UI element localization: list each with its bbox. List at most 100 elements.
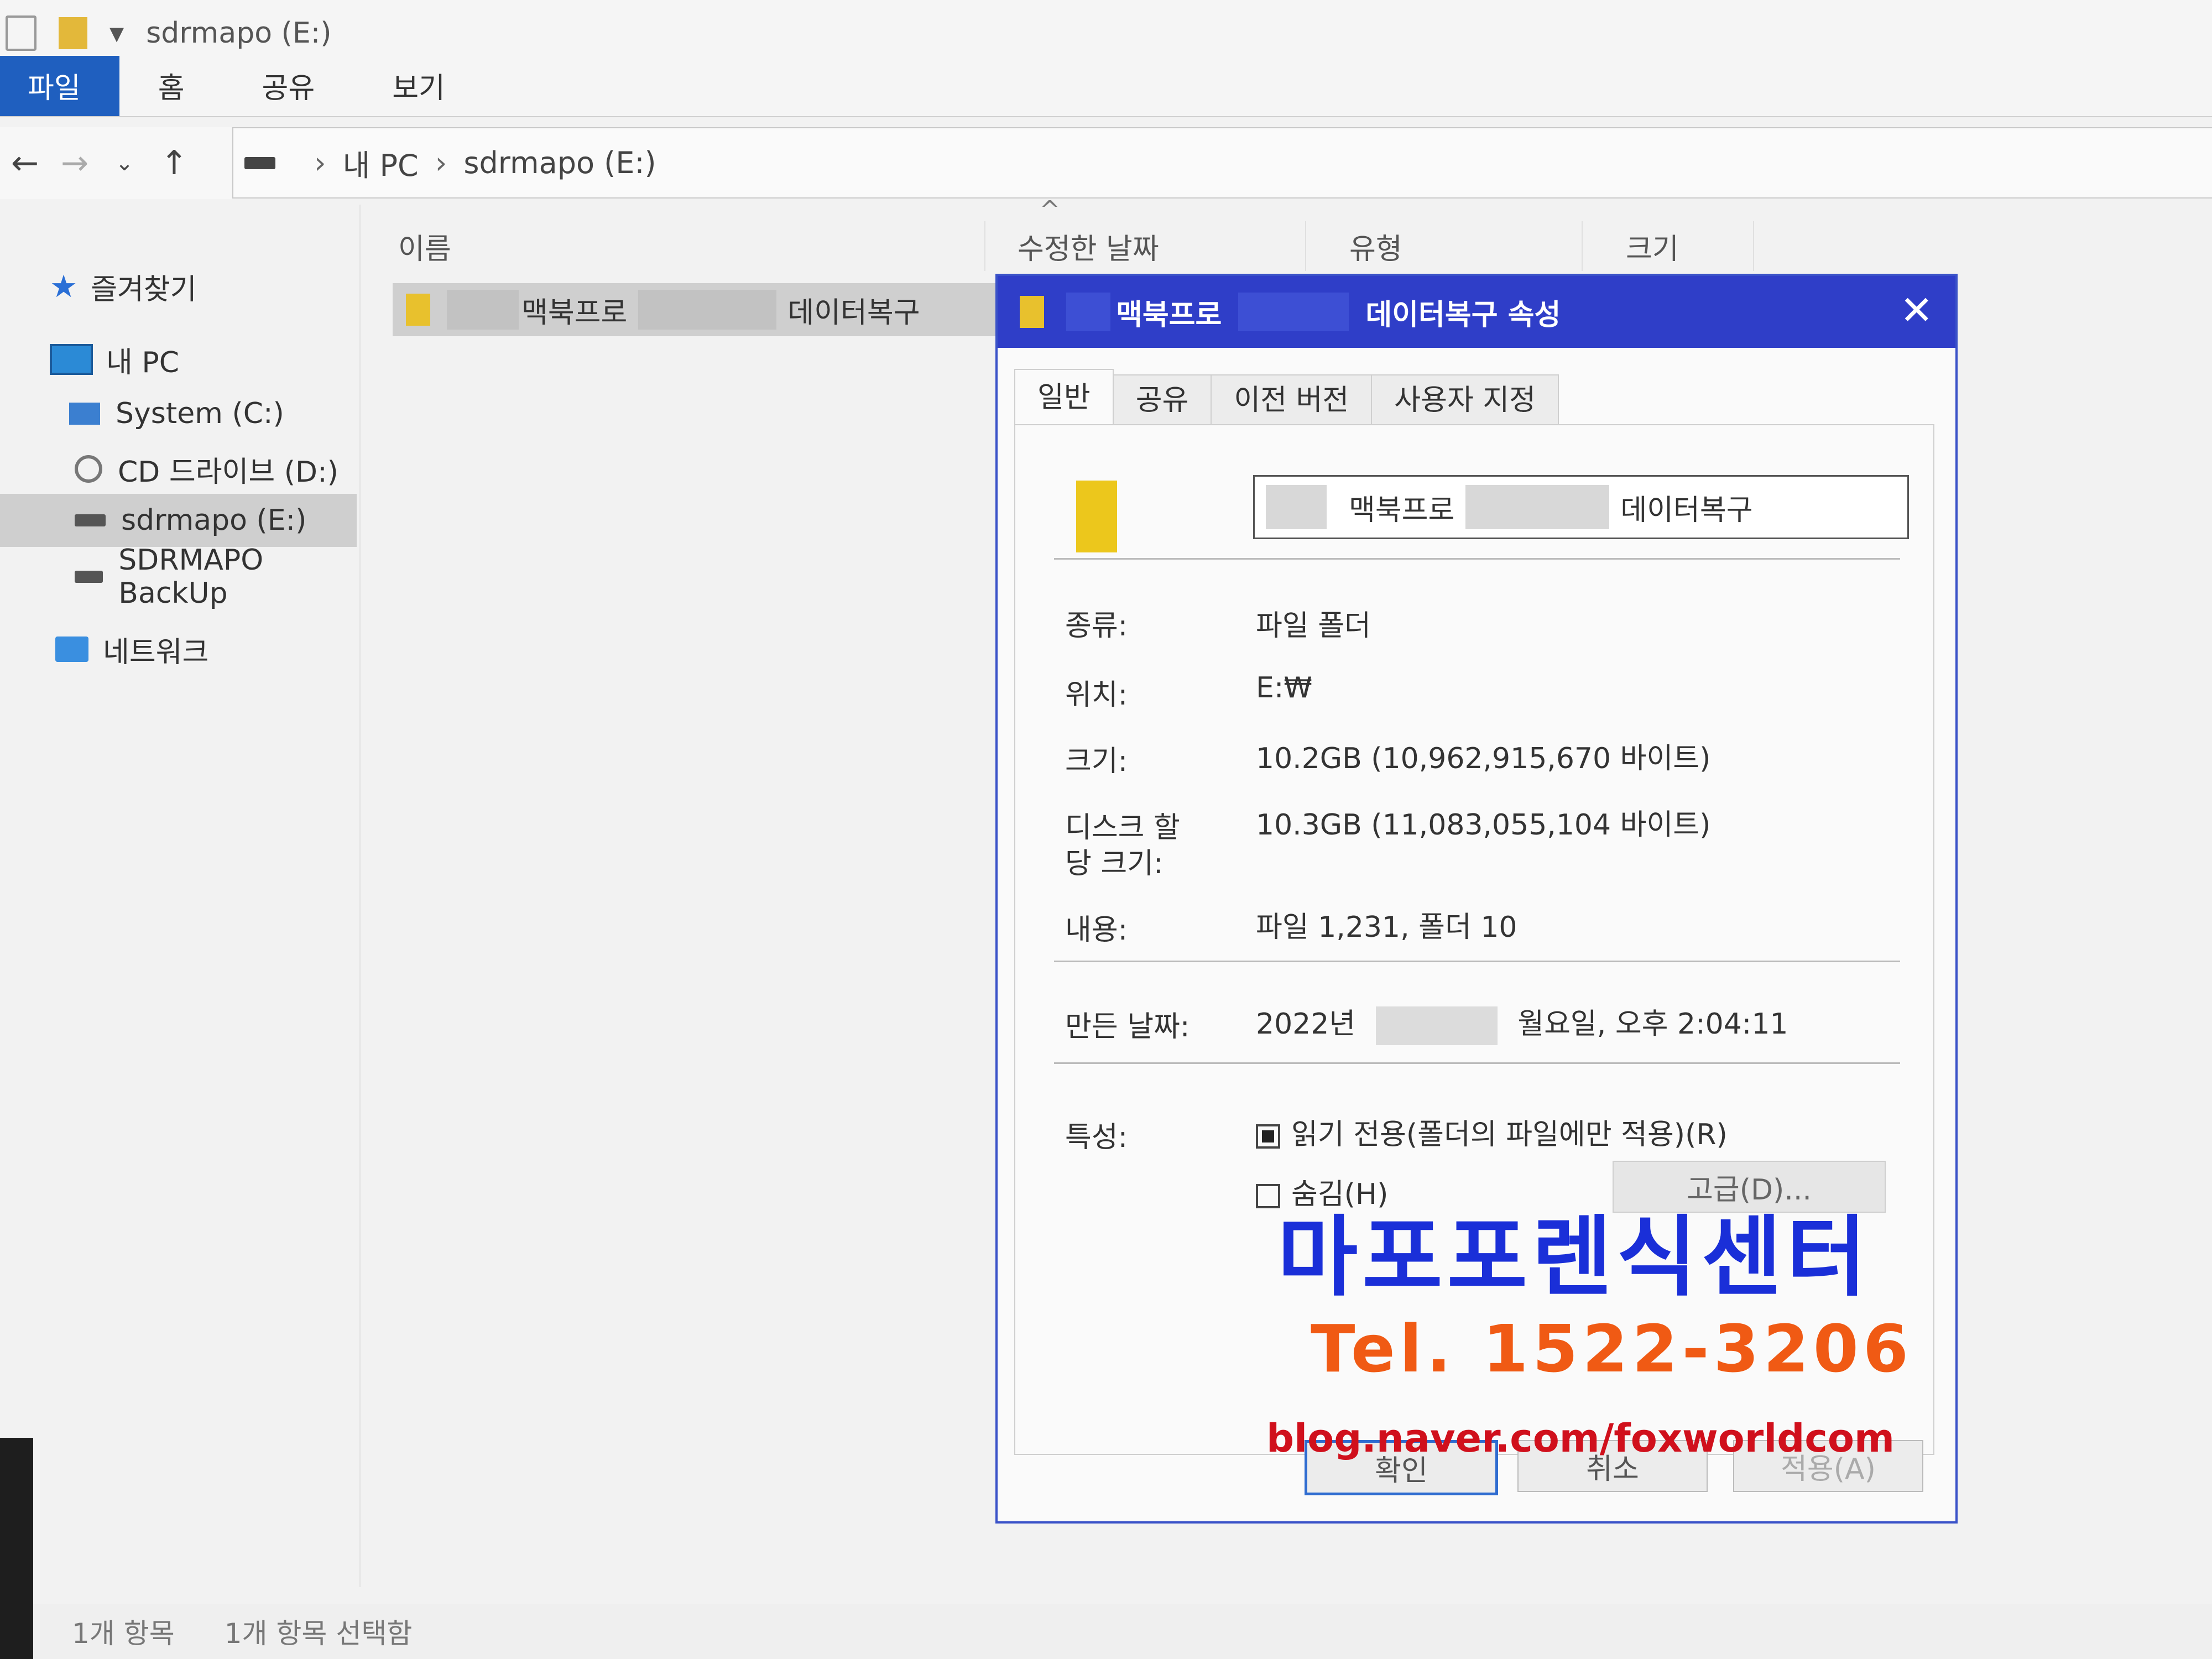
folder-icon xyxy=(1076,481,1117,552)
sidebar-item-label: sdrmapo (E:) xyxy=(121,504,307,537)
attributes-label: 특성: xyxy=(1065,1121,1128,1154)
checkbox-icon[interactable] xyxy=(1256,1184,1280,1208)
tab-sharing[interactable]: 공유 xyxy=(1112,374,1212,425)
recent-chevron-icon[interactable]: ⌄ xyxy=(100,150,149,176)
tab-previous-versions[interactable]: 이전 버전 xyxy=(1211,374,1373,425)
forward-arrow-icon[interactable]: → xyxy=(50,144,100,182)
sidebar-item-label: 즐겨찾기 xyxy=(91,273,197,306)
navigation-row: ← → ⌄ ↑ › 내 PC › sdrmapo (E:) xyxy=(0,127,2212,199)
sidebar-item-label: SDRMAPO BackUp xyxy=(118,544,264,610)
column-name[interactable]: 이름 xyxy=(365,221,985,271)
folder-name-field[interactable]: 맥북프로 데이터복구 xyxy=(1253,475,1909,539)
type-label: 종류: xyxy=(1065,609,1128,643)
properties-icon[interactable] xyxy=(6,15,36,51)
breadcrumb-separator-icon[interactable]: › xyxy=(435,145,447,180)
star-icon: ★ xyxy=(50,268,78,305)
dialog-tabs: 일반 공유 이전 버전 사용자 지정 xyxy=(1014,369,1559,425)
tab-customize[interactable]: 사용자 지정 xyxy=(1371,374,1559,425)
sidebar-item-sdrmapo[interactable]: sdrmapo (E:) xyxy=(0,494,357,547)
redacted-block xyxy=(638,290,777,330)
sidebar-item-this-pc[interactable]: 내 PC xyxy=(50,333,179,386)
tab-view[interactable]: 보기 xyxy=(353,65,484,116)
status-bar: 1개 항목 1개 항목 선택함 xyxy=(0,1604,2212,1659)
location-value: E:₩ xyxy=(1256,671,1312,705)
location-label: 위치: xyxy=(1065,679,1128,712)
checkbox-mixed-icon[interactable] xyxy=(1256,1124,1280,1149)
computer-icon xyxy=(50,344,93,375)
item-count: 1개 항목 xyxy=(72,1618,175,1650)
type-value: 파일 폴더 xyxy=(1256,609,1371,643)
dialog-title-bar: 맥북프로 데이터복구 속성 ✕ xyxy=(998,276,1955,348)
title-bar: ▾ sdrmapo (E:) xyxy=(0,0,2212,67)
sidebar-item-backup[interactable]: SDRMAPO BackUp xyxy=(75,544,359,610)
tab-share[interactable]: 공유 xyxy=(223,65,354,116)
redacted-block xyxy=(1465,485,1610,529)
column-type[interactable]: 유형 xyxy=(1316,221,1583,271)
size-label: 크기: xyxy=(1065,745,1128,778)
monitor-bezel xyxy=(0,1438,33,1659)
redacted-block xyxy=(1066,293,1110,331)
folder-icon xyxy=(1020,296,1044,328)
file-explorer-window: ▾ sdrmapo (E:) 파일 홈 공유 보기 ← → ⌄ ↑ › 내 PC… xyxy=(0,0,2212,1659)
readonly-checkbox[interactable]: 읽기 전용(폴더의 파일에만 적용)(R) xyxy=(1256,1111,1728,1152)
watermark-blog: blog.naver.com/foxworldcom xyxy=(1266,1416,1895,1461)
sidebar-item-network[interactable]: 네트워크 xyxy=(55,623,208,676)
ribbon-tabs: 파일 홈 공유 보기 xyxy=(0,56,2212,117)
breadcrumb-drive[interactable]: sdrmapo (E:) xyxy=(463,145,656,180)
folder-name-part1: 맥북프로 xyxy=(1349,493,1455,527)
sort-ascending-icon: ^ xyxy=(1040,196,1060,224)
navigation-pane: ★ 즐겨찾기 내 PC System (C:) CD 드라이브 (D:) sdr… xyxy=(0,205,361,1587)
redacted-block xyxy=(1266,485,1327,529)
breadcrumb-this-pc[interactable]: 내 PC xyxy=(343,141,419,185)
watermark-tel: Tel. 1522-3206 xyxy=(1311,1311,1913,1387)
dialog-title-part1: 맥북프로 xyxy=(1116,298,1222,332)
created-year: 2022년 xyxy=(1256,1008,1356,1041)
drive-icon xyxy=(75,571,103,583)
selected-count: 1개 항목 선택함 xyxy=(224,1618,413,1650)
column-size[interactable]: 크기 xyxy=(1593,221,1754,271)
redacted-block xyxy=(1375,1006,1498,1045)
file-name-part1: 맥북프로 xyxy=(521,296,628,330)
column-headers: ^ 이름 수정한 날짜 유형 크기 xyxy=(365,196,1754,276)
disk-size-label-line1: 디스크 할 xyxy=(1065,811,1180,844)
divider xyxy=(1054,961,1900,962)
quick-access-toolbar: ▾ xyxy=(6,15,124,51)
contents-value: 파일 1,231, 폴더 10 xyxy=(1256,911,1517,944)
up-arrow-icon[interactable]: ↑ xyxy=(149,144,199,182)
redacted-block xyxy=(447,290,519,330)
tab-home[interactable]: 홈 xyxy=(119,65,223,116)
contents-label: 내용: xyxy=(1065,914,1128,947)
folder-icon xyxy=(406,294,430,326)
divider xyxy=(1054,558,1900,560)
drive-icon xyxy=(75,514,106,526)
sidebar-item-favorites[interactable]: ★ 즐겨찾기 xyxy=(50,260,197,313)
folder-name-part2: 데이터복구 xyxy=(1620,493,1753,527)
disk-size-value: 10.3GB (11,083,055,104 바이트) xyxy=(1256,808,1711,842)
created-label: 만든 날짜: xyxy=(1065,1010,1190,1044)
address-bar[interactable]: › 내 PC › sdrmapo (E:) xyxy=(232,127,2212,199)
dialog-title-part2: 데이터복구 속성 xyxy=(1365,298,1561,332)
column-date-modified[interactable]: 수정한 날짜 xyxy=(984,221,1306,271)
tab-file[interactable]: 파일 xyxy=(0,56,119,116)
tab-general[interactable]: 일반 xyxy=(1014,369,1114,425)
created-value: 2022년 월요일, 오후 2:04:11 xyxy=(1256,1000,1788,1045)
created-rest: 월요일, 오후 2:04:11 xyxy=(1517,1008,1788,1041)
sidebar-item-label: CD 드라이브 (D:) xyxy=(118,455,338,489)
sidebar-item-label: System (C:) xyxy=(116,397,284,430)
chevron-down-icon[interactable]: ▾ xyxy=(109,17,124,50)
drive-icon xyxy=(244,156,275,169)
close-icon[interactable]: ✕ xyxy=(1900,287,1933,333)
divider xyxy=(1054,1062,1900,1064)
sidebar-item-cd-drive[interactable]: CD 드라이브 (D:) xyxy=(75,442,338,495)
breadcrumb-separator-icon[interactable]: › xyxy=(314,145,326,180)
network-icon xyxy=(55,637,88,662)
disk-size-label-line2: 당 크기: xyxy=(1065,847,1164,880)
redacted-block xyxy=(1238,293,1349,331)
sidebar-item-label: 네트워크 xyxy=(103,635,209,669)
file-row[interactable]: 맥북프로 데이터복구 xyxy=(393,283,1001,336)
back-arrow-icon[interactable]: ← xyxy=(0,144,50,182)
new-folder-icon[interactable] xyxy=(59,17,87,49)
system-drive-icon xyxy=(69,403,100,425)
readonly-label: 읽기 전용(폴더의 파일에만 적용)(R) xyxy=(1291,1118,1728,1151)
sidebar-item-system-c[interactable]: System (C:) xyxy=(69,387,284,440)
